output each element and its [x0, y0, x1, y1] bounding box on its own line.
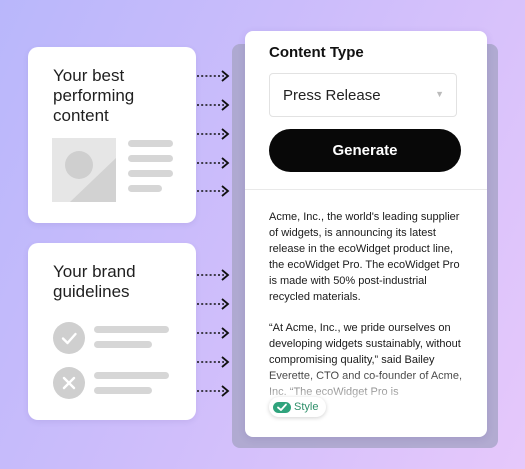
dotted-arrow-icon [197, 385, 230, 397]
x-circle-icon [53, 367, 85, 399]
best-content-card: Your best performing content [28, 47, 196, 223]
divider [245, 189, 487, 190]
guideline-line-placeholder [94, 387, 152, 394]
text-line-placeholder [128, 155, 173, 162]
brand-guidelines-card: Your brand guidelines [28, 243, 196, 420]
guideline-line-placeholder [94, 372, 169, 379]
dotted-arrow-icon [197, 128, 230, 140]
output-paragraph: Acme, Inc., the world's leading supplier… [269, 211, 460, 303]
dotted-arrow-icon [197, 298, 230, 310]
content-type-select[interactable]: Press Release ▼ [269, 73, 457, 117]
dotted-arrow-icon [197, 157, 230, 169]
dotted-arrow-icon [197, 185, 230, 197]
text-line-placeholder [128, 170, 173, 177]
dotted-arrow-icon [197, 356, 230, 368]
text-line-placeholder [128, 185, 162, 192]
check-circle-icon [53, 322, 85, 354]
dotted-arrow-icon [197, 70, 230, 82]
text-line-placeholder [128, 140, 173, 147]
content-type-heading: Content Type [269, 44, 364, 61]
guideline-line-placeholder [94, 326, 169, 333]
chevron-down-icon: ▼ [435, 89, 444, 99]
generate-button[interactable]: Generate [269, 129, 461, 172]
style-chip-label: Style [294, 401, 319, 413]
image-placeholder-icon [52, 138, 116, 202]
style-toggle-chip[interactable]: Style [269, 397, 327, 417]
best-content-title: Your best performing content [53, 66, 135, 125]
dotted-arrow-icon [197, 99, 230, 111]
dotted-arrow-icon [197, 269, 230, 281]
content-type-value: Press Release [283, 87, 381, 104]
generator-panel: Content Type Press Release ▼ Generate Ac… [245, 31, 487, 437]
check-toggle-icon [273, 401, 291, 413]
guideline-line-placeholder [94, 341, 152, 348]
brand-guidelines-title: Your brand guidelines [53, 262, 136, 301]
dotted-arrow-icon [197, 327, 230, 339]
